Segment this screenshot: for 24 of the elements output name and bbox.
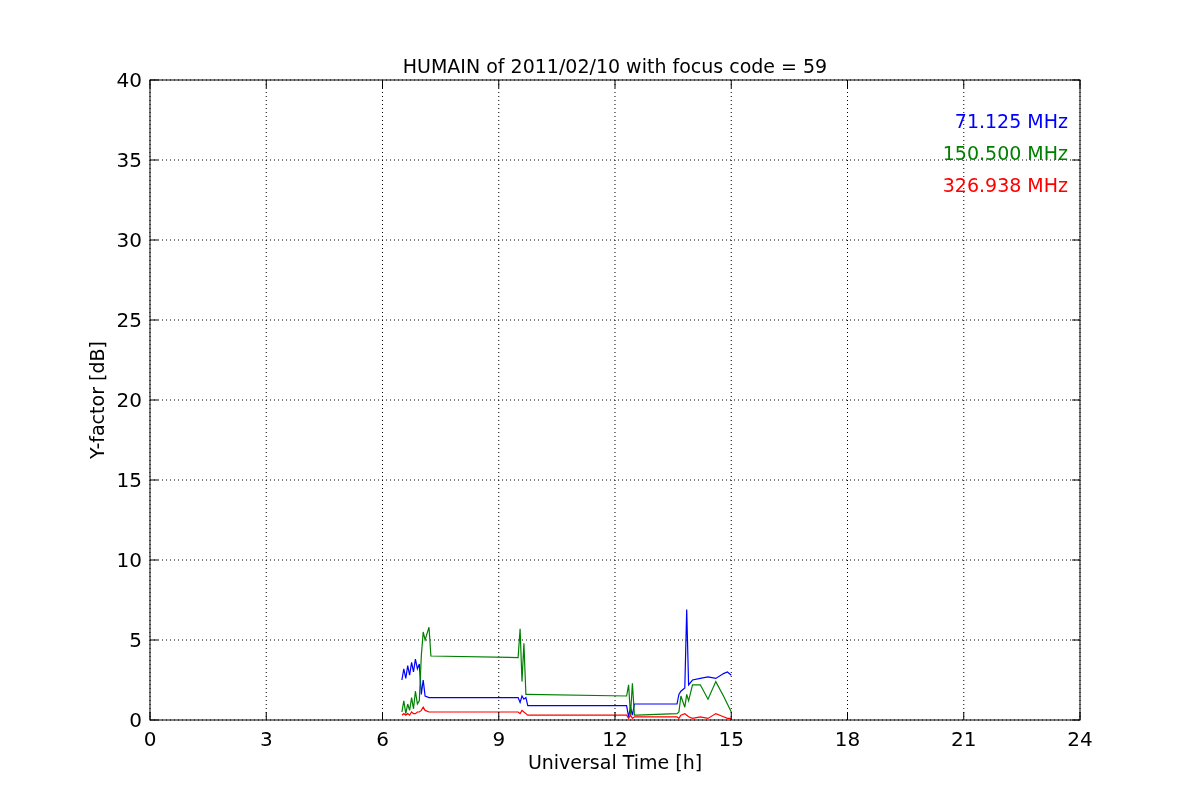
x-tick-label: 0 — [143, 727, 157, 751]
y-tick-label: 40 — [116, 68, 142, 92]
y-tick-label: 25 — [116, 308, 142, 332]
y-axis-label: Y-factor [dB] — [86, 341, 108, 459]
y-tick-label: 30 — [116, 228, 142, 252]
legend-label: 326.938 MHz — [942, 174, 1068, 196]
x-tick-label: 15 — [718, 727, 744, 751]
x-tick-label: 12 — [602, 727, 628, 751]
x-tick-label: 21 — [951, 727, 977, 751]
legend-label: 150.500 MHz — [942, 142, 1068, 164]
x-tick-label: 3 — [259, 727, 273, 751]
x-axis-label: Universal Time [h] — [527, 751, 703, 773]
y-tick-label: 10 — [116, 548, 142, 572]
x-tick-label: 9 — [492, 727, 506, 751]
x-tick-label: 6 — [376, 727, 389, 751]
y-tick-label: 5 — [129, 628, 142, 652]
x-tick-label: 24 — [1067, 727, 1093, 751]
y-tick-label: 20 — [116, 388, 142, 412]
chart-title: HUMAIN of 2011/02/10 with focus code = 59 — [402, 55, 828, 77]
y-tick-label: 0 — [129, 708, 142, 732]
legend-label: 71.125 MHz — [954, 110, 1068, 132]
y-tick-label: 35 — [116, 148, 142, 172]
y-tick-label: 15 — [116, 468, 142, 492]
x-tick-label: 18 — [834, 727, 861, 751]
